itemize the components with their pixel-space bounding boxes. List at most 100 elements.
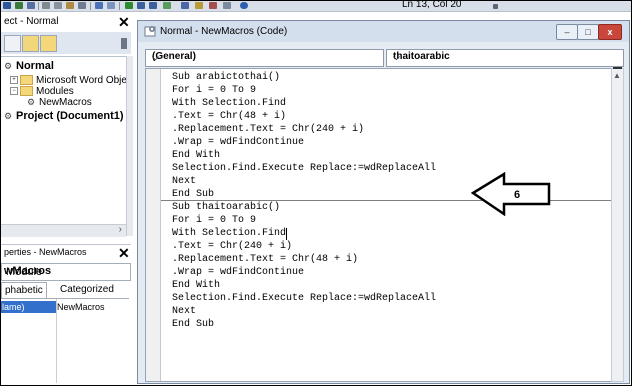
- split-bar[interactable]: [613, 67, 622, 69]
- chevron-down-icon[interactable]: ⌵: [393, 52, 618, 63]
- tab-categorized[interactable]: Categorized: [57, 282, 117, 297]
- callout-label: 6: [514, 189, 520, 201]
- minimize-button[interactable]: –: [556, 24, 578, 40]
- chevron-down-icon[interactable]: ⌵: [152, 52, 378, 63]
- object-browser-icon[interactable]: [209, 2, 217, 9]
- toggle-folders-icon[interactable]: [40, 35, 57, 52]
- code-window-title-bar: Normal - NewMacros (Code) – □ x: [138, 21, 629, 42]
- code-line[interactable]: Sub thaitoarabic(): [172, 202, 280, 214]
- project-panel-toolbar: [1, 32, 131, 54]
- collapse-icon[interactable]: −: [10, 87, 18, 96]
- reset-icon[interactable]: [149, 2, 157, 9]
- procedure-combo[interactable]: thaitoarabic ⌵: [386, 49, 624, 67]
- view-word-icon[interactable]: [3, 2, 11, 9]
- tree-item-newmacros[interactable]: ⚙ NewMacros: [27, 97, 92, 108]
- toolbar-separator: [38, 2, 39, 10]
- cut-icon[interactable]: [42, 2, 50, 9]
- code-line[interactable]: End With: [172, 280, 220, 292]
- tree-item-word-objects[interactable]: + Microsoft Word Objec: [10, 75, 132, 86]
- object-combo[interactable]: (General) ⌵: [145, 49, 384, 67]
- properties-panel-close-icon[interactable]: ✕: [118, 246, 130, 260]
- toolbox-icon[interactable]: [223, 2, 231, 9]
- code-line[interactable]: Selection.Find.Execute Replace:=wdReplac…: [172, 163, 436, 175]
- properties-tabs: phabetic Categorized: [1, 282, 131, 298]
- tree-item-label: Project (Document1): [16, 110, 124, 122]
- code-line[interactable]: End With: [172, 150, 220, 162]
- vba-editor-window: Ln 13, Col 20 ect - Normal ✕ ⚙ Normal + Mi…: [0, 0, 632, 386]
- run-icon[interactable]: [125, 2, 133, 9]
- restore-button[interactable]: □: [577, 24, 599, 40]
- code-line[interactable]: .Text = Chr(240 + i): [172, 241, 292, 253]
- tree-item-label: NewMacros: [39, 97, 92, 108]
- view-object-icon[interactable]: [22, 35, 39, 52]
- expand-icon[interactable]: +: [10, 76, 18, 85]
- tab-alphabetic[interactable]: phabetic: [1, 282, 47, 298]
- tree-item-label: Microsoft Word Objec: [36, 75, 132, 86]
- help-icon[interactable]: [240, 2, 248, 9]
- scroll-up-icon[interactable]: ▲: [613, 71, 621, 80]
- design-mode-icon[interactable]: [163, 2, 171, 9]
- scroll-right-icon[interactable]: ›: [119, 224, 122, 235]
- code-line[interactable]: Next: [172, 306, 196, 318]
- tree-item-modules[interactable]: − Modules: [10, 86, 74, 97]
- save-icon[interactable]: [27, 2, 35, 9]
- tree-item-label: Modules: [36, 86, 74, 97]
- tree-item-document1[interactable]: ⚙ Project (Document1): [4, 110, 124, 122]
- close-button[interactable]: x: [598, 24, 622, 40]
- code-line[interactable]: With Selection.Find: [172, 98, 286, 110]
- code-window-title: Normal - NewMacros (Code): [160, 26, 288, 37]
- project-explorer-icon[interactable]: [181, 2, 189, 9]
- project-tree-horizontal-scrollbar[interactable]: ›: [1, 224, 126, 237]
- copy-icon[interactable]: [54, 2, 62, 9]
- redo-icon[interactable]: [107, 2, 115, 9]
- tree-item-normal[interactable]: ⚙ Normal: [4, 60, 54, 72]
- open-folder-icon: [20, 86, 33, 97]
- toolbar: Ln 13, Col 20: [1, 1, 631, 12]
- code-line[interactable]: Selection.Find.Execute Replace:=wdReplac…: [172, 293, 436, 305]
- code-line[interactable]: For i = 0 To 9: [172, 215, 256, 227]
- module-icon: ⚙: [27, 96, 36, 107]
- cursor-position-status: Ln 13, Col 20: [402, 1, 462, 10]
- project-panel-scroll-indicator[interactable]: [121, 38, 127, 49]
- properties-grid-divider: [56, 299, 57, 383]
- code-line[interactable]: .Replacement.Text = Chr(48 + i): [172, 254, 358, 266]
- chevron-down-icon[interactable]: ⌵: [4, 265, 127, 276]
- toolbar-separator: [119, 2, 120, 10]
- callout-arrow: 6: [471, 172, 551, 216]
- code-line[interactable]: .Replacement.Text = Chr(240 + i): [172, 124, 364, 136]
- code-vertical-scrollbar[interactable]: ▲: [611, 67, 624, 382]
- code-line[interactable]: .Wrap = wdFindContinue: [172, 137, 304, 149]
- code-line[interactable]: End Sub: [172, 319, 214, 331]
- vba-project-icon: ⚙: [4, 60, 13, 71]
- properties-panel-title: perties - NewMacros: [4, 247, 87, 257]
- property-value-cell[interactable]: NewMacros: [57, 301, 105, 313]
- break-icon[interactable]: [137, 2, 145, 9]
- properties-window-icon[interactable]: [195, 2, 203, 9]
- code-line[interactable]: .Text = Chr(48 + i): [172, 111, 286, 123]
- tree-item-label: Normal: [16, 60, 54, 72]
- properties-object-select[interactable]: wMacros Module ⌵: [1, 263, 131, 281]
- paste-icon[interactable]: [66, 2, 74, 9]
- project-tree: ⚙ Normal + Microsoft Word Objec − Modules ⚙…: [1, 56, 132, 237]
- code-line[interactable]: .Wrap = wdFindContinue: [172, 267, 304, 279]
- vba-project-icon: ⚙: [4, 110, 13, 121]
- project-panel-title-bar: ect - Normal ✕: [1, 15, 131, 29]
- editor-margin[interactable]: [146, 69, 161, 381]
- properties-grid: lame) NewMacros: [1, 298, 129, 383]
- code-line[interactable]: With Selection.Find: [172, 228, 286, 240]
- folder-icon: [20, 75, 33, 86]
- project-panel-close-icon[interactable]: ✕: [118, 15, 130, 29]
- property-name-cell[interactable]: lame): [1, 301, 56, 313]
- code-line[interactable]: Sub arabictothai(): [172, 72, 280, 84]
- toolbar-overflow-icon[interactable]: [493, 4, 498, 9]
- find-icon[interactable]: [78, 2, 86, 9]
- view-code-icon[interactable]: [4, 35, 21, 52]
- undo-icon[interactable]: [95, 2, 103, 9]
- project-tree-vertical-scrollbar[interactable]: [126, 56, 133, 236]
- code-editor[interactable]: Sub arabictothai() For i = 0 To 9 With S…: [145, 68, 612, 382]
- code-line[interactable]: Next: [172, 176, 196, 188]
- code-module-icon: [144, 26, 156, 37]
- arrow-shape: [471, 172, 551, 216]
- insert-module-icon[interactable]: [15, 2, 23, 9]
- code-line[interactable]: For i = 0 To 9: [172, 85, 256, 97]
